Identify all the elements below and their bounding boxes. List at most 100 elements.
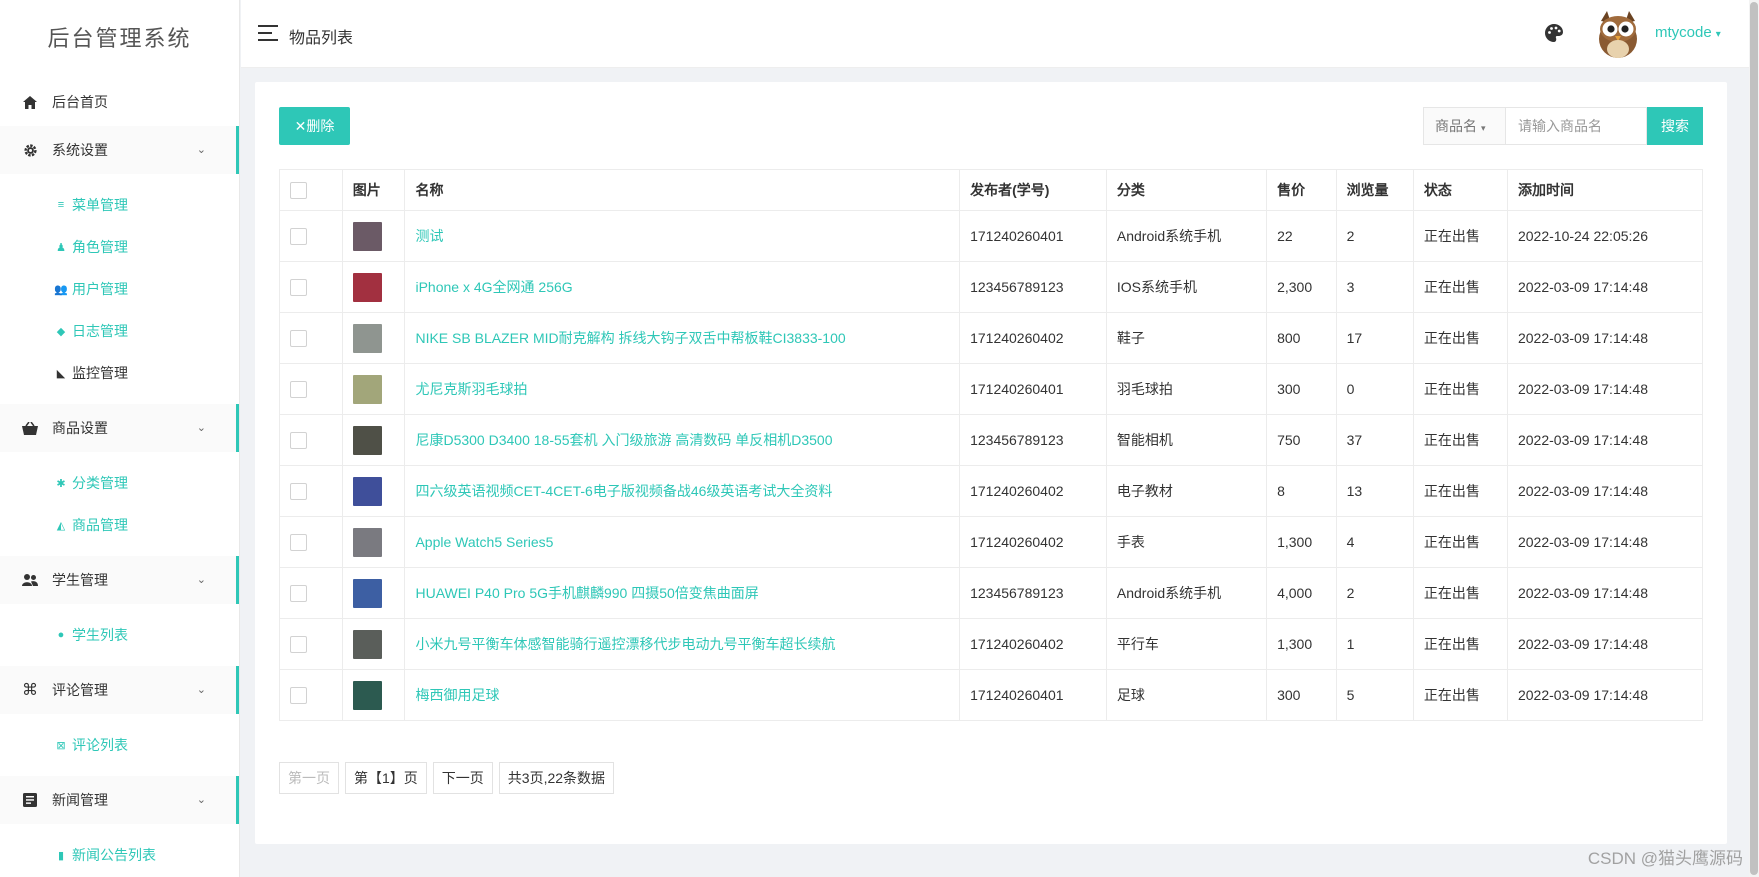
product-thumbnail[interactable] bbox=[352, 221, 382, 251]
sidebar-item-news-list[interactable]: ▮ 新闻公告列表 bbox=[0, 834, 239, 876]
product-thumbnail[interactable] bbox=[352, 578, 382, 608]
sidebar-item-home[interactable]: 后台首页 bbox=[0, 78, 239, 126]
sidebar-group-comment[interactable]: ⌘ 评论管理 ⌄ bbox=[0, 666, 239, 714]
name-cell[interactable]: 小米九号平衡车体感智能骑行遥控漂移代步电动九号平衡车超长续航 bbox=[404, 618, 961, 670]
sidebar-group-student[interactable]: 学生管理 ⌄ bbox=[0, 556, 239, 604]
price-cell: 800 bbox=[1266, 312, 1337, 364]
sidebar-item-goods-manage[interactable]: ◭ 商品管理 bbox=[0, 504, 239, 546]
avatar[interactable] bbox=[1595, 7, 1641, 59]
status-cell: 正在出售 bbox=[1412, 618, 1508, 670]
delete-button[interactable]: ✕删除 bbox=[279, 107, 350, 145]
sidebar-group-system[interactable]: 系统设置 ⌄ bbox=[0, 126, 239, 174]
row-checkbox[interactable] bbox=[290, 584, 307, 602]
submenu-goods: ✱ 分类管理 ◭ 商品管理 bbox=[0, 452, 239, 556]
table-row: 尤尼克斯羽毛球拍 171240260401 羽毛球拍 300 0 正在出售 2022-03-… bbox=[279, 363, 1704, 415]
name-cell[interactable]: 四六级英语视频CET-4CET-6电子版视频备战46级英语考试大全资料 bbox=[404, 465, 961, 517]
row-checkbox[interactable] bbox=[290, 635, 307, 653]
scrollbar-thumb[interactable] bbox=[1750, 2, 1758, 875]
status-cell: 正在出售 bbox=[1412, 516, 1508, 568]
sidebar-item-label: 学生列表 bbox=[72, 627, 128, 643]
column-header: 名称 bbox=[404, 169, 961, 211]
row-select-cell[interactable] bbox=[279, 261, 343, 313]
page-summary: 共3页,22条数据 bbox=[498, 762, 615, 794]
product-name-link[interactable]: 四六级英语视频CET-4CET-6电子版视频备战46级英语考试大全资料 bbox=[415, 483, 832, 499]
row-select-cell[interactable] bbox=[279, 567, 343, 619]
search-button[interactable]: 搜索 bbox=[1647, 107, 1703, 145]
sidebar-group-news[interactable]: 新闻管理 ⌄ bbox=[0, 776, 239, 824]
row-select-cell[interactable] bbox=[279, 516, 343, 568]
goods-table: 图片 名称 发布者(学号) 分类 售价 浏览量 状态 添加时间 测试 171240… bbox=[279, 169, 1704, 721]
name-cell[interactable]: 梅西御用足球 bbox=[404, 669, 961, 721]
row-select-cell[interactable] bbox=[279, 414, 343, 466]
price-cell: 2,300 bbox=[1266, 261, 1337, 313]
row-checkbox[interactable] bbox=[290, 533, 307, 551]
pagination: 第一页 第【1】页 下一页 共3页,22条数据 bbox=[279, 762, 615, 794]
product-name-link[interactable]: iPhone x 4G全网通 256G bbox=[415, 279, 572, 295]
palette-icon[interactable] bbox=[1545, 24, 1563, 42]
product-thumbnail[interactable] bbox=[352, 323, 382, 353]
row-checkbox[interactable] bbox=[290, 278, 307, 296]
row-checkbox[interactable] bbox=[290, 431, 307, 449]
product-name-link[interactable]: HUAWEI P40 Pro 5G手机麒麟990 四摄50倍变焦曲面屏 bbox=[415, 585, 758, 601]
name-cell[interactable]: 尼康D5300 D3400 18-55套机 入门级旅游 高清数码 单反相机D35… bbox=[404, 414, 961, 466]
sidebar-item-category-manage[interactable]: ✱ 分类管理 bbox=[0, 462, 239, 504]
sidebar-item-log-manage[interactable]: ◆ 日志管理 bbox=[0, 310, 239, 352]
row-select-cell[interactable] bbox=[279, 312, 343, 364]
sidebar-item-label: 日志管理 bbox=[72, 323, 128, 339]
name-cell[interactable]: Apple Watch5 Series5 bbox=[404, 516, 961, 568]
sidebar-item-label: 商品管理 bbox=[72, 517, 128, 533]
time-cell: 2022-03-09 17:14:48 bbox=[1506, 261, 1704, 313]
select-all-cell[interactable] bbox=[279, 169, 343, 211]
product-name-link[interactable]: 梅西御用足球 bbox=[415, 687, 499, 703]
product-name-link[interactable]: NIKE SB BLAZER MID耐克解构 拆线大钩子双舌中帮板鞋CI3833… bbox=[415, 330, 845, 346]
product-thumbnail[interactable] bbox=[352, 476, 382, 506]
product-thumbnail[interactable] bbox=[352, 680, 382, 710]
product-thumbnail[interactable] bbox=[352, 425, 382, 455]
row-checkbox[interactable] bbox=[290, 329, 307, 347]
row-select-cell[interactable] bbox=[279, 618, 343, 670]
product-name-link[interactable]: 小米九号平衡车体感智能骑行遥控漂移代步电动九号平衡车超长续航 bbox=[415, 636, 835, 652]
sidebar-item-role-manage[interactable]: ♟ 角色管理 bbox=[0, 226, 239, 268]
name-cell[interactable]: iPhone x 4G全网通 256G bbox=[404, 261, 961, 313]
category-cell: 电子教材 bbox=[1105, 465, 1268, 517]
user-gear-icon: ♟ bbox=[56, 241, 66, 254]
product-name-link[interactable]: 测试 bbox=[415, 228, 443, 244]
row-checkbox[interactable] bbox=[290, 482, 307, 500]
name-cell[interactable]: 测试 bbox=[404, 210, 961, 262]
product-thumbnail[interactable] bbox=[352, 629, 382, 659]
row-checkbox[interactable] bbox=[290, 686, 307, 704]
row-select-cell[interactable] bbox=[279, 465, 343, 517]
sidebar-item-menu-manage[interactable]: ≡ 菜单管理 bbox=[0, 184, 239, 226]
row-checkbox[interactable] bbox=[290, 227, 307, 245]
sidebar-item-student-list[interactable]: ● 学生列表 bbox=[0, 614, 239, 656]
name-cell[interactable]: NIKE SB BLAZER MID耐克解构 拆线大钩子双舌中帮板鞋CI3833… bbox=[404, 312, 961, 364]
search-input[interactable] bbox=[1506, 107, 1647, 145]
user-menu[interactable]: mtycode ▾ bbox=[1655, 24, 1721, 41]
row-select-cell[interactable] bbox=[279, 363, 343, 415]
row-checkbox[interactable] bbox=[290, 380, 307, 398]
product-thumbnail[interactable] bbox=[352, 272, 382, 302]
table-header-row: 图片 名称 发布者(学号) 分类 售价 浏览量 状态 添加时间 bbox=[279, 169, 1704, 211]
product-name-link[interactable]: Apple Watch5 Series5 bbox=[415, 534, 553, 550]
menu-toggle-icon[interactable] bbox=[258, 25, 278, 41]
product-thumbnail[interactable] bbox=[352, 527, 382, 557]
row-select-cell[interactable] bbox=[279, 210, 343, 262]
next-page-button[interactable]: 下一页 bbox=[432, 762, 493, 794]
product-name-link[interactable]: 尤尼克斯羽毛球拍 bbox=[415, 381, 527, 397]
sidebar-item-monitor-manage[interactable]: ◣ 监控管理 bbox=[0, 352, 239, 394]
page-scrollbar[interactable] bbox=[1749, 0, 1759, 877]
first-page-button[interactable]: 第一页 bbox=[279, 762, 339, 794]
sidebar-item-comment-list[interactable]: ⊠ 评论列表 bbox=[0, 724, 239, 766]
product-name-link[interactable]: 尼康D5300 D3400 18-55套机 入门级旅游 高清数码 单反相机D35… bbox=[415, 432, 832, 448]
status-cell: 正在出售 bbox=[1412, 414, 1508, 466]
product-thumbnail[interactable] bbox=[352, 374, 382, 404]
name-cell[interactable]: HUAWEI P40 Pro 5G手机麒麟990 四摄50倍变焦曲面屏 bbox=[404, 567, 961, 619]
sidebar-item-user-manage[interactable]: 👥 用户管理 bbox=[0, 268, 239, 310]
user-icon: ● bbox=[57, 629, 65, 641]
search-field-select[interactable]: 商品名 ▾ bbox=[1423, 107, 1506, 145]
row-select-cell[interactable] bbox=[279, 669, 343, 721]
thumbnail-cell bbox=[341, 312, 406, 364]
select-all-checkbox[interactable] bbox=[290, 181, 307, 199]
sidebar-group-goods[interactable]: 商品设置 ⌄ bbox=[0, 404, 239, 452]
name-cell[interactable]: 尤尼克斯羽毛球拍 bbox=[404, 363, 961, 415]
